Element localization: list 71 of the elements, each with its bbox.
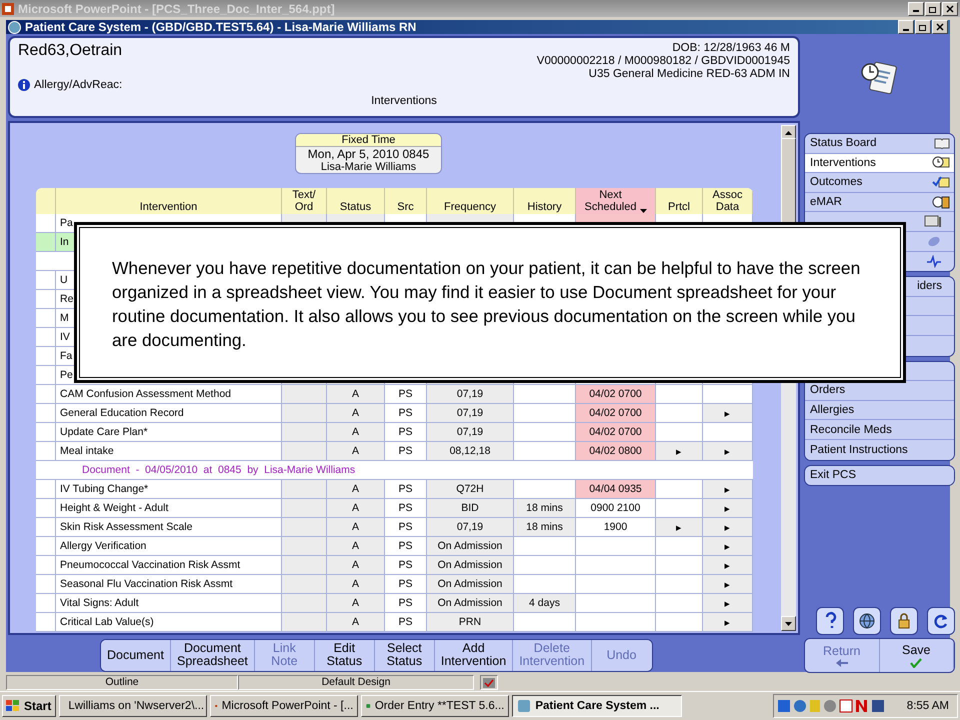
frequency-cell: On Admission [427,575,514,594]
status-cell: A [327,423,385,442]
assoc-data-cell: ▸ [703,518,753,537]
intervention-cell: Seasonal Flu Vaccination Risk Assmt [56,575,282,594]
status-cell: A [327,404,385,423]
status-cell: A [327,385,385,404]
patient-name: Red63,Oetrain [18,42,124,61]
assoc-data-cell: ▸ [703,480,753,499]
status-cell: A [327,594,385,613]
next-scheduled-cell: 04/02 0700 [576,423,656,442]
clock: 8:55 AM [906,700,949,712]
status-field: Default Design [238,675,474,690]
intervention-cell: Allergy Verification [56,537,282,556]
allergy-label: Allergy/AdvReac: [34,78,122,91]
patient-location: U35 General Medicine RED-63 ADM IN [588,68,790,81]
protocol-cell: ▸ [656,518,703,537]
assoc-data-cell: ▸ [703,556,753,575]
date-of-birth: DOB: 12/28/1963 46 M [671,42,790,55]
history-cell: 4 days [514,594,576,613]
intervention-cell: Update Care Plan* [56,423,282,442]
intervention-cell: IV Tubing Change* [56,480,282,499]
status-cell: A [327,613,385,632]
intervention-cell: Pneumococcal Vaccination Risk Assmt [56,556,282,575]
frequency-cell: 07,19 [427,385,514,404]
assoc-data-cell: ▸ [703,613,753,632]
assoc-data-cell: ▸ [703,575,753,594]
assoc-data-cell: ▸ [703,442,753,461]
frequency-cell: On Admission [427,594,514,613]
section-title: Interventions [370,95,438,110]
next-scheduled-cell: 0900 2100 [576,499,656,518]
fixed-time-date: Mon, Apr 5, 2010 0845 [306,147,430,161]
frequency-cell: On Admission [427,556,514,575]
frequency-cell: 07,19 [427,404,514,423]
status-cell: A [327,537,385,556]
status-cell: A [327,575,385,594]
assoc-data-cell: ▸ [703,404,753,423]
window-title: Patient Care System - (GBD/GBD.TEST5.64) - Lisa-Marie Williams RN [25,20,418,34]
intervention-cell: CAM Confusion Assessment Method [56,385,282,404]
frequency-cell: BID [427,499,514,518]
status-cell: A [327,556,385,575]
status-cell: A [327,499,385,518]
intervention-cell: Height & Weight - Adult [56,499,282,518]
status-field: Outline [6,675,238,690]
patient-ids: V00000002218 / M000980182 / GBDVID0001945 [536,55,790,68]
frequency-cell: On Admission [427,537,514,556]
status-cell: A [327,518,385,537]
next-scheduled-cell: 04/04 0935 [576,480,656,499]
intervention-cell: Critical Lab Value(s) [56,613,282,632]
fixed-time-title: Fixed Time [296,134,441,147]
next-scheduled-cell: 04/02 0800 [576,442,656,461]
frequency-cell: 07,19 [427,423,514,442]
assoc-data-cell: ▸ [703,499,753,518]
status-cell: A [327,480,385,499]
intervention-cell: Vital Signs: Adult [56,594,282,613]
next-scheduled-cell: 04/02 0700 [576,385,656,404]
frequency-cell: 07,19 [427,518,514,537]
frequency-cell: 08,12,18 [427,442,514,461]
frequency-cell: PRN [427,613,514,632]
assoc-data-cell: ▸ [703,537,753,556]
fixed-time-user: Lisa-Marie Williams [320,161,418,173]
intervention-cell: Skin Risk Assessment Scale [56,518,282,537]
frequency-cell: Q72H [427,480,514,499]
protocol-cell: ▸ [656,442,703,461]
history-cell: 18 mins [514,518,576,537]
assoc-data-cell: ▸ [703,594,753,613]
intervention-cell: General Education Record [56,404,282,423]
history-cell: 18 mins [514,499,576,518]
next-scheduled-cell: 04/02 0700 [576,404,656,423]
app-title: Microsoft PowerPoint - [PCS_Three_Doc_Inter_564.ppt] [18,2,336,16]
intervention-cell: Meal intake [56,442,282,461]
status-cell: A [327,442,385,461]
